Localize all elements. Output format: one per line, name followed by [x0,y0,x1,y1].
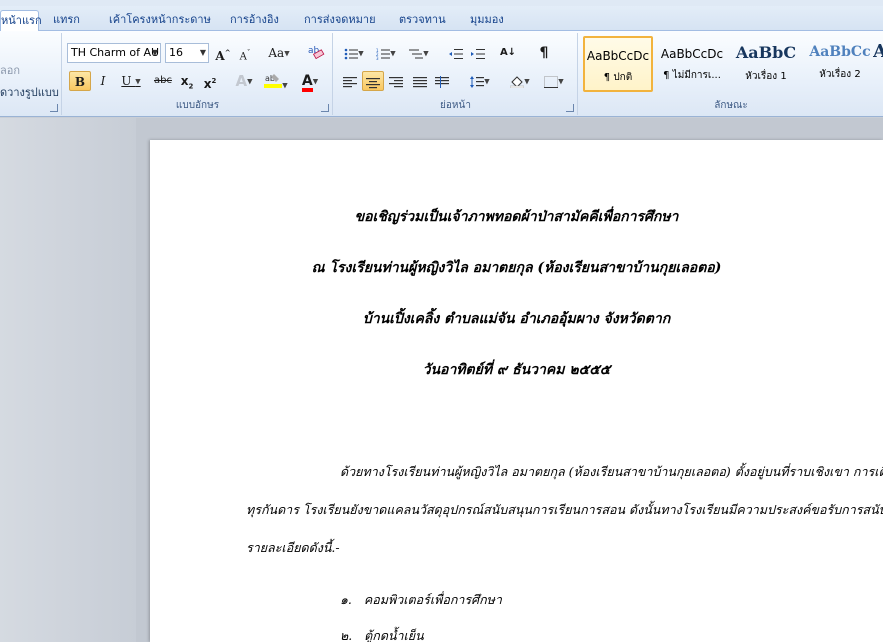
distributed-icon [435,75,449,88]
font-name-combo[interactable]: TH Charm of AU ▼ [67,43,161,63]
doc-body-line-3: รายละเอียดดังนี้.- [246,540,340,555]
underline-button[interactable]: U ▼ [117,71,145,91]
font-group-label: แบบอักษร [175,100,220,111]
borders-icon [544,75,559,88]
list-item: ๒. ตู้กดน้ำเย็น [340,628,424,642]
text-effects-icon[interactable]: A▼ [231,71,257,91]
change-case-button[interactable]: Aa▼ [265,43,293,63]
multilevel-list-button[interactable]: ▼ [404,43,434,63]
justify-icon [413,76,427,87]
font-size-combo[interactable]: 16 ▼ [165,43,209,63]
borders-button[interactable]: ▼ [540,71,568,91]
tab-view[interactable]: มุมมอง [470,10,504,31]
multilevel-list-icon [409,49,424,58]
list-item: ๑. คอมพิวเตอร์เพื่อการศึกษา [340,592,502,607]
bold-button[interactable]: B [69,71,91,91]
copy-button[interactable]: ลอก [0,61,20,79]
align-center-icon [366,77,380,88]
font-color-button[interactable]: A▼ [295,71,325,92]
paragraph-group: ▼ 1 2 3 ▼ ▼ A↓ ¶ ▼ ▼ ▼ ย่อหน้า [334,33,578,115]
clipboard-launcher-icon[interactable] [50,104,58,112]
chevron-down-icon: ▼ [151,48,158,57]
italic-button[interactable]: I [93,71,113,91]
align-left-icon [343,76,357,87]
document-workspace: ขอเชิญร่วมเป็นเจ้าภาพทอดผ้าป่าสามัคคีเพื… [0,118,883,642]
doc-title-line-3: บ้านเปิ้งเคลิ้ง ตำบลแม่จัน อำเภออุ้มผาง … [362,311,671,327]
bullets-button[interactable]: ▼ [340,43,368,63]
align-right-button[interactable] [386,71,406,91]
distributed-button[interactable] [432,71,452,91]
highlight-color-button[interactable]: ab ▼ [261,71,291,91]
line-spacing-icon [470,75,485,88]
line-spacing-button[interactable]: ▼ [466,71,494,91]
clipboard-group: ลอก ัดวางรูปแบบ [0,33,62,115]
align-left-button[interactable] [340,71,360,91]
tab-home[interactable]: หน้าแรก [0,10,42,31]
ribbon: ลอก ัดวางรูปแบบ TH Charm of AU ▼ 16 ▼ A^ A… [0,31,883,117]
svg-text:3: 3 [376,56,379,60]
format-painter-button[interactable]: ัดวางรูปแบบ [0,83,59,101]
doc-body-line-1: ด้วยทางโรงเรียนท่านผู้หญิงวิไล อมาตยกุล … [340,464,883,479]
subscript-button[interactable]: x2 [177,71,197,91]
strikethrough-button[interactable]: abc [151,71,175,91]
paragraph-group-label: ย่อหน้า [440,100,471,111]
tab-review[interactable]: ตรวจทาน [399,10,446,31]
styles-group: ลักษณะ [579,33,883,115]
tab-references[interactable]: การอ้างอิง [230,10,279,31]
align-right-icon [389,76,403,87]
grow-font-button[interactable]: A^ [213,43,233,63]
decrease-indent-icon [449,48,463,59]
styles-group-label: ลักษณะ [714,100,748,111]
clear-formatting-icon[interactable]: ab [305,42,327,62]
paint-bucket-icon [510,75,525,88]
bullet-list-icon [344,48,359,59]
increase-indent-icon [471,48,485,59]
decrease-indent-button[interactable] [446,43,466,63]
ribbon-tabs: หน้าแรก แทรก เค้าโครงหน้ากระดาษ การอ้างอ… [0,6,883,31]
document-page[interactable]: ขอเชิญร่วมเป็นเจ้าภาพทอดผ้าป่าสามัคคีเพื… [150,140,883,642]
tab-page-layout[interactable]: เค้าโครงหน้ากระดาษ [109,10,211,31]
paragraph-launcher-icon[interactable] [566,104,574,112]
doc-title-line-4: วันอาทิตย์ที่ ๙ ธันวาคม ๒๕๕๕ [422,362,611,378]
chevron-down-icon: ▼ [199,48,206,57]
numbering-button[interactable]: 1 2 3 ▼ [372,43,400,63]
tab-insert[interactable]: แทรก [53,10,80,31]
numbered-list-icon: 123 [376,48,391,60]
superscript-button[interactable]: x2 [200,71,220,91]
left-margin-area [0,118,136,642]
doc-body-line-2: ทุรกันดาร โรงเรียนยังขาดแคลนวัสดุอุปกรณ์… [246,502,883,517]
font-launcher-icon[interactable] [321,104,329,112]
doc-title-line-1: ขอเชิญร่วมเป็นเจ้าภาพทอดผ้าป่าสามัคคีเพื… [354,209,679,225]
font-group: TH Charm of AU ▼ 16 ▼ A^ Aˇ Aa▼ ab B I U ▼… [63,33,333,115]
shrink-font-button[interactable]: Aˇ [235,43,255,63]
show-marks-button[interactable]: ¶ [534,43,554,63]
tab-mailings[interactable]: การส่งจดหมาย [304,10,376,31]
doc-title-line-2: ณ โรงเรียนท่านผู้หญิงวิไล อมาตยกุล (ห้อง… [311,260,722,276]
sort-button[interactable]: A↓ [498,43,518,63]
increase-indent-button[interactable] [468,43,488,63]
shading-button[interactable]: ▼ [506,71,534,91]
justify-button[interactable] [410,71,430,91]
highlighter-icon: ab [264,74,283,88]
align-center-button[interactable] [362,71,384,91]
